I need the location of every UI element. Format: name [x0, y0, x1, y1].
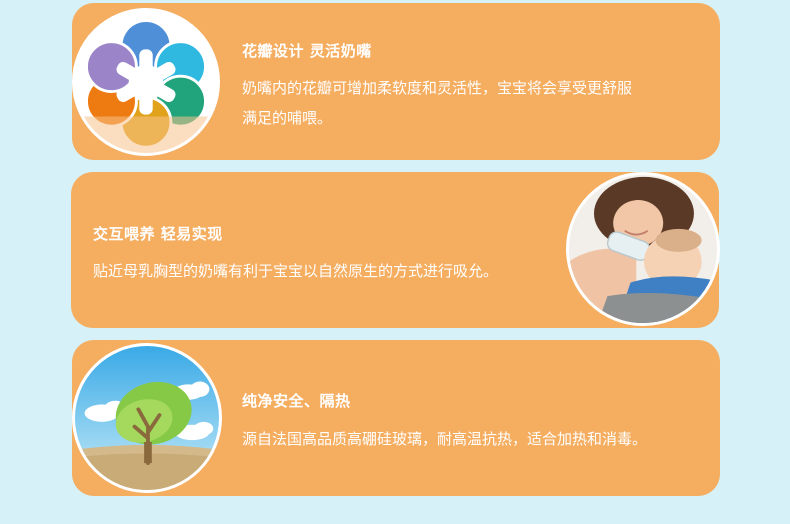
description-line: 源自法国高品质高硼硅玻璃，耐高温抗热，适合加热和消毒。: [242, 430, 648, 448]
feature-title: 花瓣设计 灵活奶嘴: [242, 42, 372, 60]
feature-description: 源自法国高品质高硼硅玻璃，耐高温抗热，适合加热和消毒。: [242, 424, 647, 454]
mother-feeding-baby-photo: [566, 172, 720, 326]
flower-petal-icon: [72, 8, 220, 156]
description-line: 奶嘴内的花瓣可增加柔软度和灵活性，宝宝将会享受更舒服: [242, 79, 633, 97]
description-line: 贴近母乳胸型的奶嘴有利于宝宝以自然原生的方式进行吸允。: [93, 262, 499, 280]
feature-title: 纯净安全、隔热: [242, 392, 351, 410]
description-line: 满足的哺喂。: [242, 109, 333, 127]
tree-cloud-icon: [72, 343, 222, 493]
feature-title: 交互喂养 轻易实现: [93, 225, 223, 243]
feature-description: 贴近母乳胸型的奶嘴有利于宝宝以自然原生的方式进行吸允。: [93, 256, 498, 286]
feature-description: 奶嘴内的花瓣可增加柔软度和灵活性，宝宝将会享受更舒服 满足的哺喂。: [242, 73, 632, 133]
